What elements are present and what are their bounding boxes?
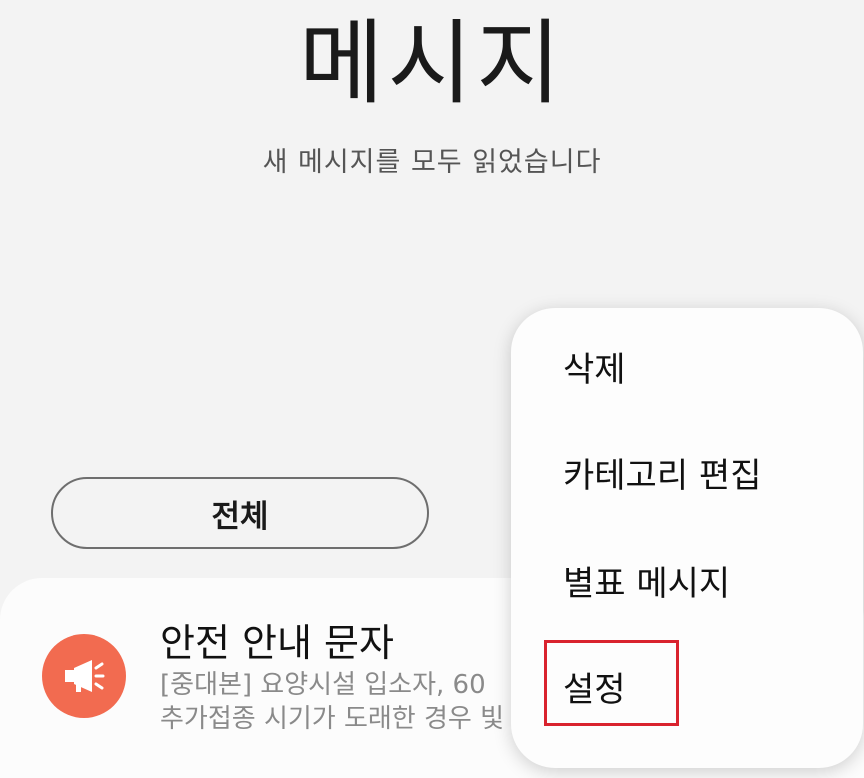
message-sender-title: 안전 안내 문자 — [160, 621, 394, 665]
page-title: 메시지 — [299, 10, 565, 117]
megaphone-icon — [42, 634, 126, 718]
page-subtitle: 새 메시지를 모두 읽었습니다 — [262, 147, 602, 178]
menu-item-starred-messages[interactable]: 별표 메시지 — [563, 556, 730, 605]
menu-item-edit-categories[interactable]: 카테고리 편집 — [563, 448, 762, 497]
category-filter-all[interactable]: 전체 — [51, 477, 429, 549]
settings-highlight-box — [544, 640, 679, 726]
menu-item-delete[interactable]: 삭제 — [563, 342, 626, 391]
